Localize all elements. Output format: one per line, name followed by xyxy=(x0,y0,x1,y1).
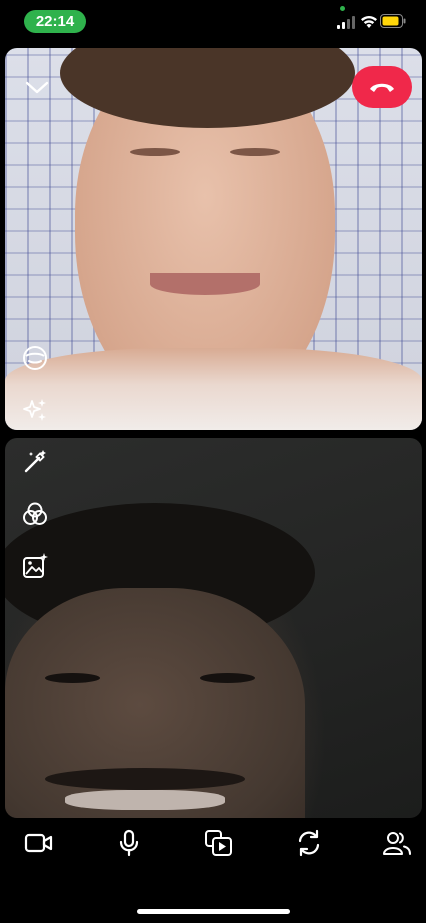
microphone-toggle-button[interactable] xyxy=(112,826,146,860)
status-bar: 22:14 xyxy=(0,0,426,44)
chevron-down-icon xyxy=(25,81,49,94)
remote-right-eye xyxy=(230,148,280,156)
local-right-eye xyxy=(200,673,255,683)
battery-icon xyxy=(380,14,406,28)
lens-button[interactable] xyxy=(20,343,50,373)
home-indicator[interactable] xyxy=(137,909,290,914)
effects-button[interactable] xyxy=(20,395,50,425)
switch-camera-button[interactable] xyxy=(292,826,326,860)
end-call-icon xyxy=(370,83,394,92)
microphone-icon xyxy=(119,829,139,857)
magic-wand-icon xyxy=(24,450,46,473)
share-media-button[interactable] xyxy=(202,826,236,860)
local-left-eye xyxy=(45,673,100,683)
call-toolbar xyxy=(0,822,426,862)
magic-wand-button[interactable] xyxy=(20,447,50,477)
video-toggle-button[interactable] xyxy=(22,826,56,860)
remote-mouth xyxy=(150,273,260,295)
remote-video-tile[interactable] xyxy=(5,48,422,430)
cellular-signal-icon xyxy=(337,16,355,29)
color-filter-button[interactable] xyxy=(20,499,50,529)
image-sparkle-icon xyxy=(23,553,48,578)
image-effect-button[interactable] xyxy=(20,551,50,581)
video-call-screen: 22:14 xyxy=(0,0,426,923)
local-video-tile[interactable] xyxy=(5,438,422,818)
end-call-button[interactable] xyxy=(352,66,412,108)
participants-icon xyxy=(383,832,411,855)
camera-in-use-dot xyxy=(340,6,345,11)
local-mustache xyxy=(45,768,245,790)
remote-left-eye xyxy=(130,148,180,156)
video-camera-icon xyxy=(24,833,53,853)
color-filter-icon xyxy=(23,502,47,525)
time-pill[interactable]: 22:14 xyxy=(24,10,86,33)
sparkles-icon xyxy=(23,399,46,421)
local-teeth xyxy=(65,790,225,810)
minimize-call-button[interactable] xyxy=(22,76,52,100)
switch-camera-icon xyxy=(298,829,320,857)
remote-shoulders xyxy=(5,348,422,430)
share-media-icon xyxy=(205,830,232,856)
wifi-icon xyxy=(361,16,377,28)
participants-button[interactable] xyxy=(380,826,414,860)
face-lens-icon xyxy=(23,346,47,370)
